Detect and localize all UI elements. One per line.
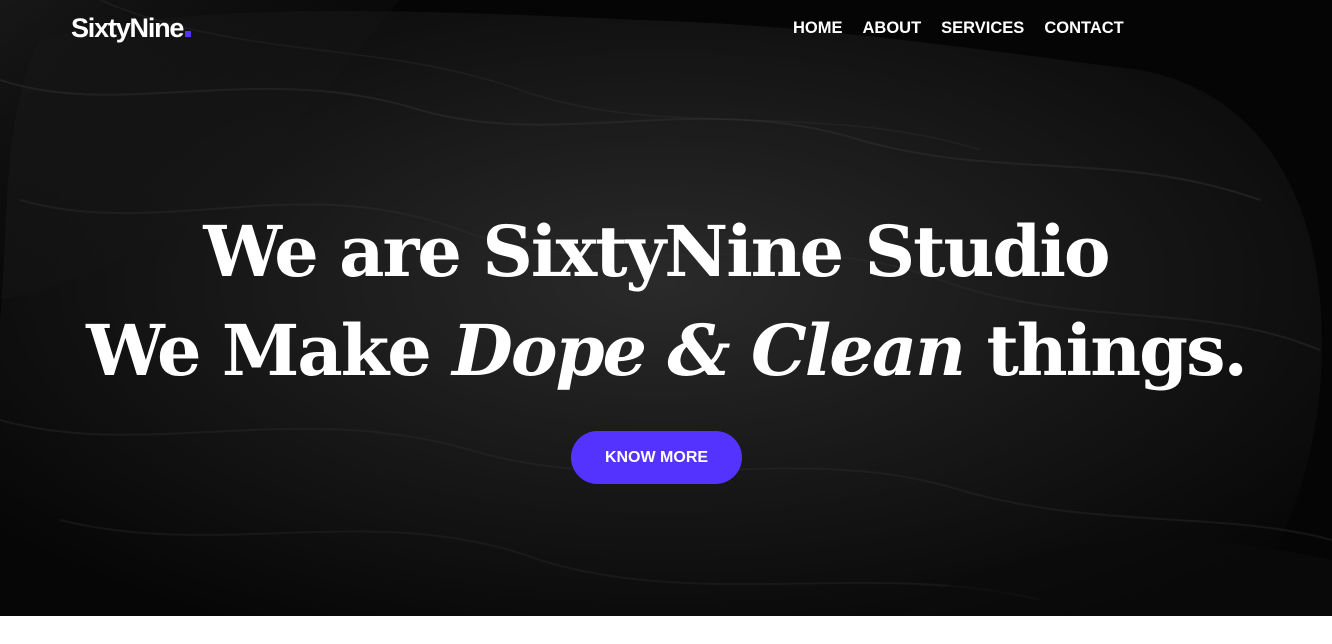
hero-headline-line2-prefix: We Make xyxy=(86,309,453,392)
nav-item-contact[interactable]: CONTACT xyxy=(1044,17,1123,39)
know-more-button[interactable]: KNOW MORE xyxy=(571,431,742,484)
nav-item-home[interactable]: HOME xyxy=(793,17,843,39)
main-nav: HOME ABOUT SERVICES CONTACT xyxy=(793,17,1124,39)
brand-logo[interactable]: SixtyNine xyxy=(71,10,192,46)
hero-headline-line2-suffix: things. xyxy=(964,309,1247,392)
hero-section: SixtyNine HOME ABOUT SERVICES CONTACT We… xyxy=(0,0,1332,616)
hero-headline-line1: We are SixtyNine Studio xyxy=(203,210,1110,293)
hero-headline-line2: We Make Dope & Clean things. xyxy=(0,306,1332,396)
brand-logo-text: SixtyNine xyxy=(71,13,184,43)
hero-headline-emphasis: Dope & Clean xyxy=(452,309,966,392)
nav-item-about[interactable]: ABOUT xyxy=(863,17,922,39)
brand-logo-dot-icon xyxy=(185,31,192,37)
nav-item-services[interactable]: SERVICES xyxy=(941,17,1024,39)
